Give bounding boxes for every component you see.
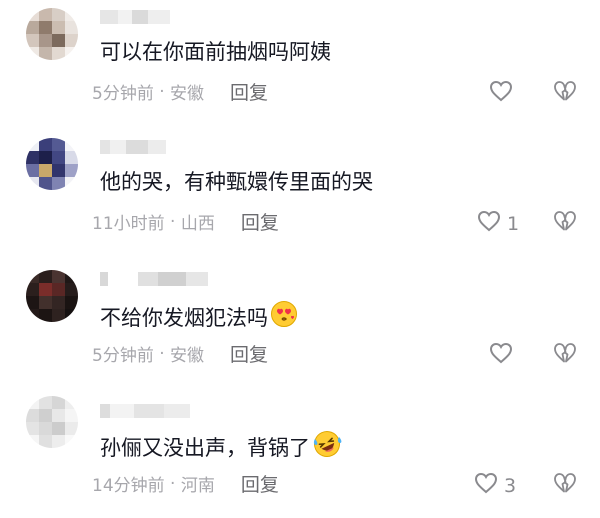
- comment-time: 14分钟前: [92, 476, 165, 496]
- username-blurred[interactable]: [100, 140, 166, 154]
- heart-outline-icon: [474, 472, 498, 499]
- dislike-button[interactable]: [553, 210, 577, 236]
- comment-text: 孙俪又没出声，背锅了: [100, 430, 342, 465]
- rolling-laughing-emoji: [312, 430, 342, 465]
- heart-outline-icon: [489, 342, 513, 369]
- like-button[interactable]: 3: [474, 472, 516, 499]
- meta-dot: ·: [153, 343, 171, 364]
- broken-heart-icon: [553, 81, 577, 106]
- username-blurred[interactable]: [100, 272, 208, 286]
- reply-button[interactable]: 回复: [230, 340, 268, 367]
- comment-meta: 5分钟前 · 安徽 回复: [92, 340, 268, 367]
- comment-item-4: 孙俪又没出声，背锅了 14分钟前 · 河南 回复 3: [0, 390, 600, 518]
- like-button[interactable]: 1: [477, 210, 519, 237]
- dislike-button[interactable]: [553, 342, 577, 368]
- comment-item-3: 不给你发烟犯法吗 5分钟前 · 安徽 回复: [0, 262, 600, 390]
- heart-outline-icon: [477, 210, 501, 237]
- avatar[interactable]: [26, 8, 78, 60]
- reply-button[interactable]: 回复: [241, 470, 279, 497]
- avatar[interactable]: [26, 270, 78, 322]
- avatar[interactable]: [26, 138, 78, 190]
- like-count: 1: [507, 212, 520, 235]
- comment-text: 可以在你面前抽烟吗阿姨: [100, 40, 331, 64]
- comment-item-1: 可以在你面前抽烟吗阿姨 5分钟前 · 安徽 回复: [0, 0, 600, 128]
- comment-text: 不给你发烟犯法吗: [100, 300, 298, 335]
- like-count: 3: [504, 474, 517, 497]
- reply-button[interactable]: 回复: [230, 78, 268, 105]
- comment-time: 11小时前: [92, 214, 165, 234]
- comment-location: 山西: [180, 214, 215, 234]
- like-button[interactable]: [489, 80, 519, 107]
- comment-meta: 5分钟前 · 安徽 回复: [92, 78, 268, 105]
- like-button[interactable]: [489, 342, 519, 369]
- broken-heart-icon: [553, 473, 577, 498]
- meta-dot: ·: [164, 473, 181, 494]
- broken-heart-icon: [553, 343, 577, 368]
- meta-dot: ·: [153, 81, 171, 102]
- comment-location: 安徽: [170, 346, 205, 366]
- heart-outline-icon: [489, 80, 513, 107]
- dislike-button[interactable]: [553, 472, 577, 498]
- comment-meta: 14分钟前 · 河南 回复: [92, 470, 279, 497]
- broken-heart-icon: [553, 211, 577, 236]
- comment-text: 他的哭，有种甄嬛传里面的哭: [100, 170, 373, 194]
- heart-eyes-kiss-emoji: [270, 300, 298, 335]
- comment-location: 河南: [180, 476, 215, 496]
- avatar[interactable]: [26, 396, 78, 448]
- username-blurred[interactable]: [100, 10, 170, 24]
- reply-button[interactable]: 回复: [241, 208, 279, 235]
- dislike-button[interactable]: [553, 80, 577, 106]
- comment-location: 安徽: [170, 84, 205, 104]
- username-blurred[interactable]: [100, 404, 190, 418]
- meta-dot: ·: [164, 211, 181, 232]
- comment-time: 5分钟前: [92, 346, 154, 366]
- comment-time: 5分钟前: [92, 84, 154, 104]
- comment-item-2: 他的哭，有种甄嬛传里面的哭 11小时前 · 山西 回复 1: [0, 128, 600, 256]
- comment-meta: 11小时前 · 山西 回复: [92, 208, 279, 235]
